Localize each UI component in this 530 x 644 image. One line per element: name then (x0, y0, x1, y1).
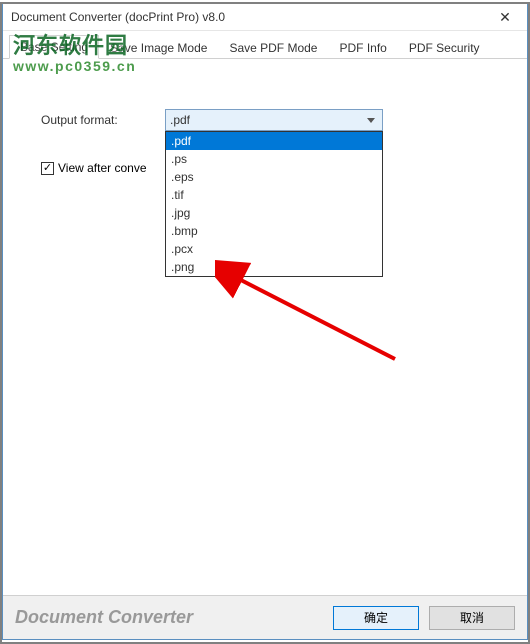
view-after-convert-label: View after conve (58, 161, 147, 175)
output-format-combo[interactable]: .pdf (165, 109, 383, 131)
tab-strip: Base Setting Save Image Mode Save PDF Mo… (3, 31, 527, 59)
chevron-down-icon (364, 118, 378, 123)
ok-button[interactable]: 确定 (333, 606, 419, 630)
output-format-value: .pdf (170, 113, 364, 127)
dialog-window: Document Converter (docPrint Pro) v8.0 ✕… (2, 2, 528, 640)
output-format-row: Output format: .pdf (41, 109, 497, 131)
dropdown-option-pcx[interactable]: .pcx (166, 240, 382, 258)
output-format-label: Output format: (41, 113, 165, 127)
cancel-button[interactable]: 取消 (429, 606, 515, 630)
title-bar: Document Converter (docPrint Pro) v8.0 ✕ (3, 3, 527, 31)
bottom-bar: Document Converter 确定 取消 (3, 595, 527, 639)
tab-save-pdf-mode[interactable]: Save PDF Mode (218, 36, 328, 59)
dropdown-option-pdf[interactable]: .pdf (166, 132, 382, 150)
tab-pdf-security[interactable]: PDF Security (398, 36, 491, 59)
content-area: Output format: .pdf ✓ View after conve .… (3, 59, 527, 595)
brand-text: Document Converter (15, 607, 323, 628)
annotation-arrow-icon (215, 259, 415, 379)
dropdown-option-bmp[interactable]: .bmp (166, 222, 382, 240)
tab-pdf-info[interactable]: PDF Info (328, 36, 397, 59)
dropdown-option-png[interactable]: .png (166, 258, 382, 276)
window-title: Document Converter (docPrint Pro) v8.0 (11, 10, 225, 24)
close-icon: ✕ (499, 9, 511, 26)
dropdown-option-ps[interactable]: .ps (166, 150, 382, 168)
dropdown-option-tif[interactable]: .tif (166, 186, 382, 204)
close-button[interactable]: ✕ (483, 3, 527, 31)
dropdown-option-eps[interactable]: .eps (166, 168, 382, 186)
output-format-dropdown[interactable]: .pdf .ps .eps .tif .jpg .bmp .pcx .png (165, 131, 383, 277)
view-after-convert-checkbox[interactable]: ✓ (41, 162, 54, 175)
tab-base-setting[interactable]: Base Setting (9, 35, 99, 59)
tab-save-image-mode[interactable]: Save Image Mode (99, 36, 218, 59)
dropdown-option-jpg[interactable]: .jpg (166, 204, 382, 222)
